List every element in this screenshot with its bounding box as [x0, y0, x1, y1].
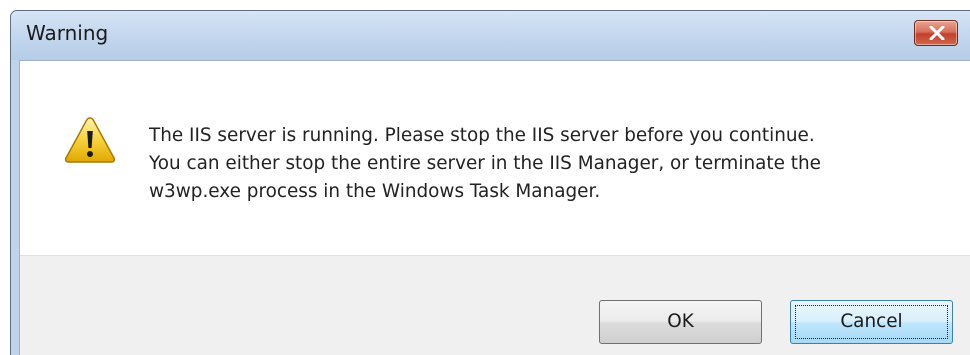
message-area: The IIS server is running. Please stop t…	[20, 61, 970, 255]
warning-dialog: Warning The IIS server is running. Pleas…	[10, 10, 970, 355]
close-button[interactable]	[914, 20, 958, 46]
cancel-button[interactable]: Cancel	[790, 300, 953, 344]
ok-button[interactable]: OK	[599, 300, 762, 344]
button-bar: OK Cancel	[20, 255, 970, 355]
cancel-button-label: Cancel	[840, 311, 903, 332]
dialog-body: The IIS server is running. Please stop t…	[19, 60, 970, 355]
close-icon	[929, 26, 945, 40]
warning-message: The IIS server is running. Please stop t…	[149, 125, 821, 202]
title-bar[interactable]: Warning	[11, 11, 970, 60]
warning-icon	[64, 117, 116, 163]
window-title: Warning	[26, 21, 109, 45]
